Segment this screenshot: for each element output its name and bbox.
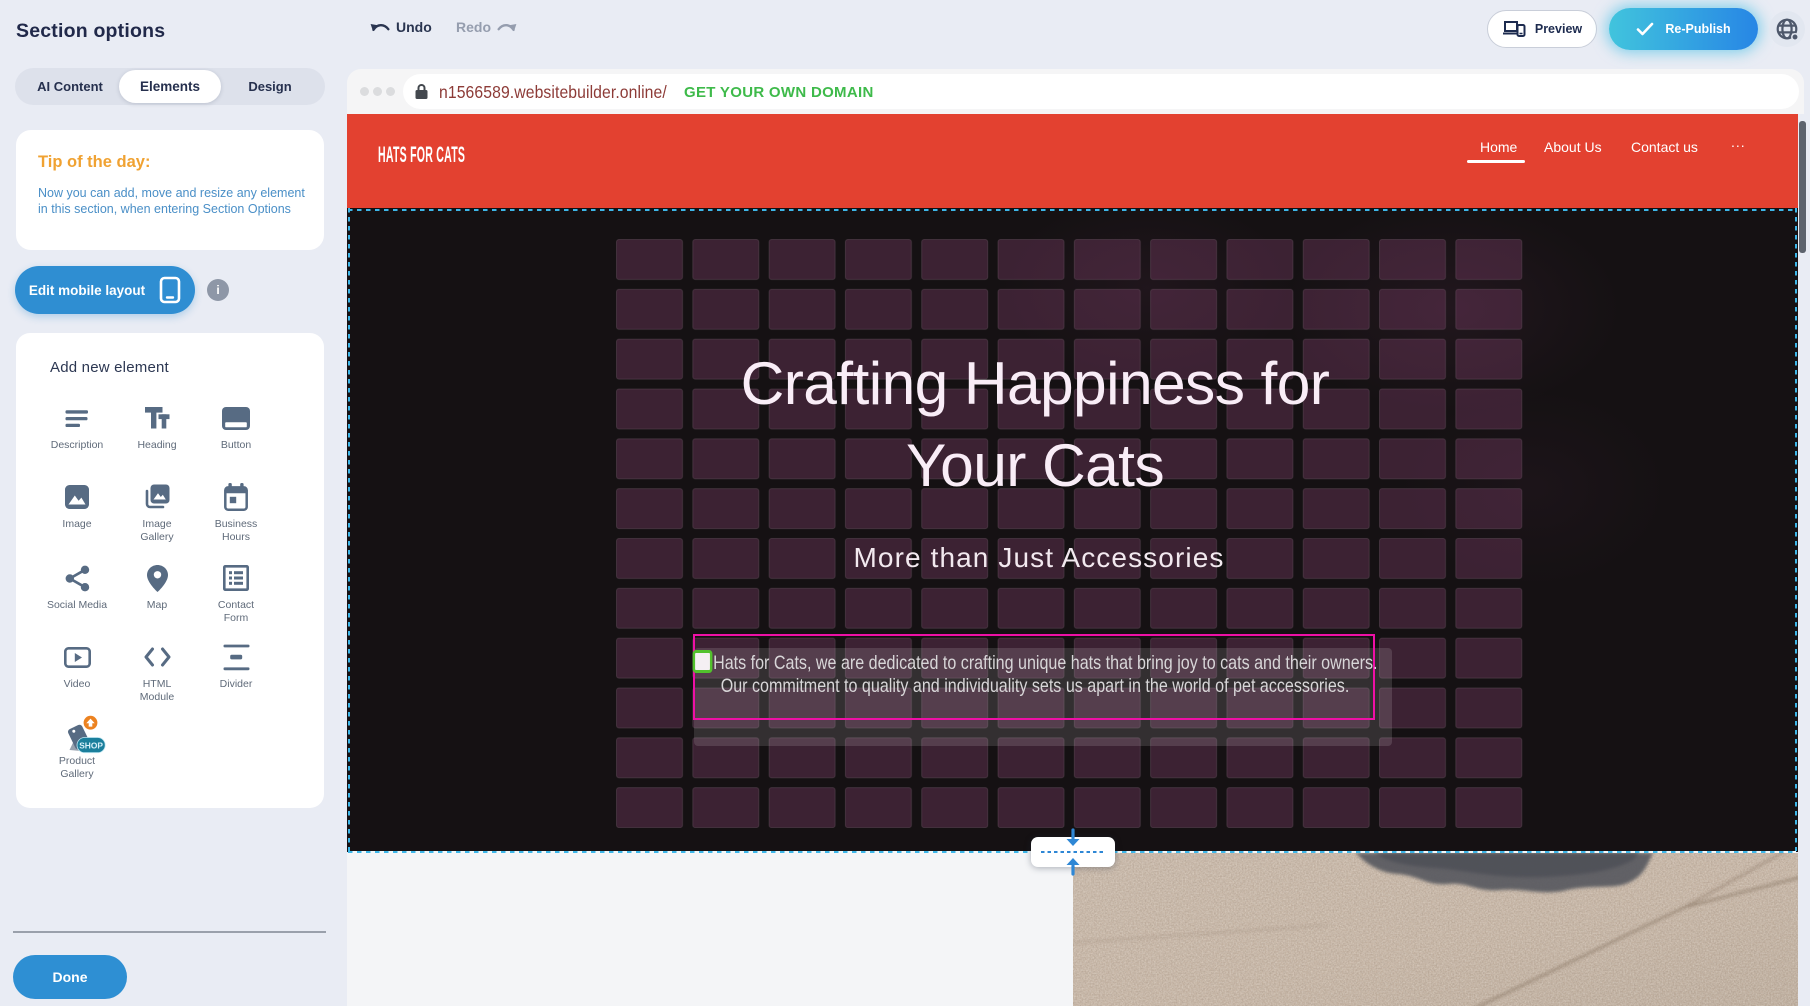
svg-text:SHOP: SHOP (79, 740, 103, 750)
